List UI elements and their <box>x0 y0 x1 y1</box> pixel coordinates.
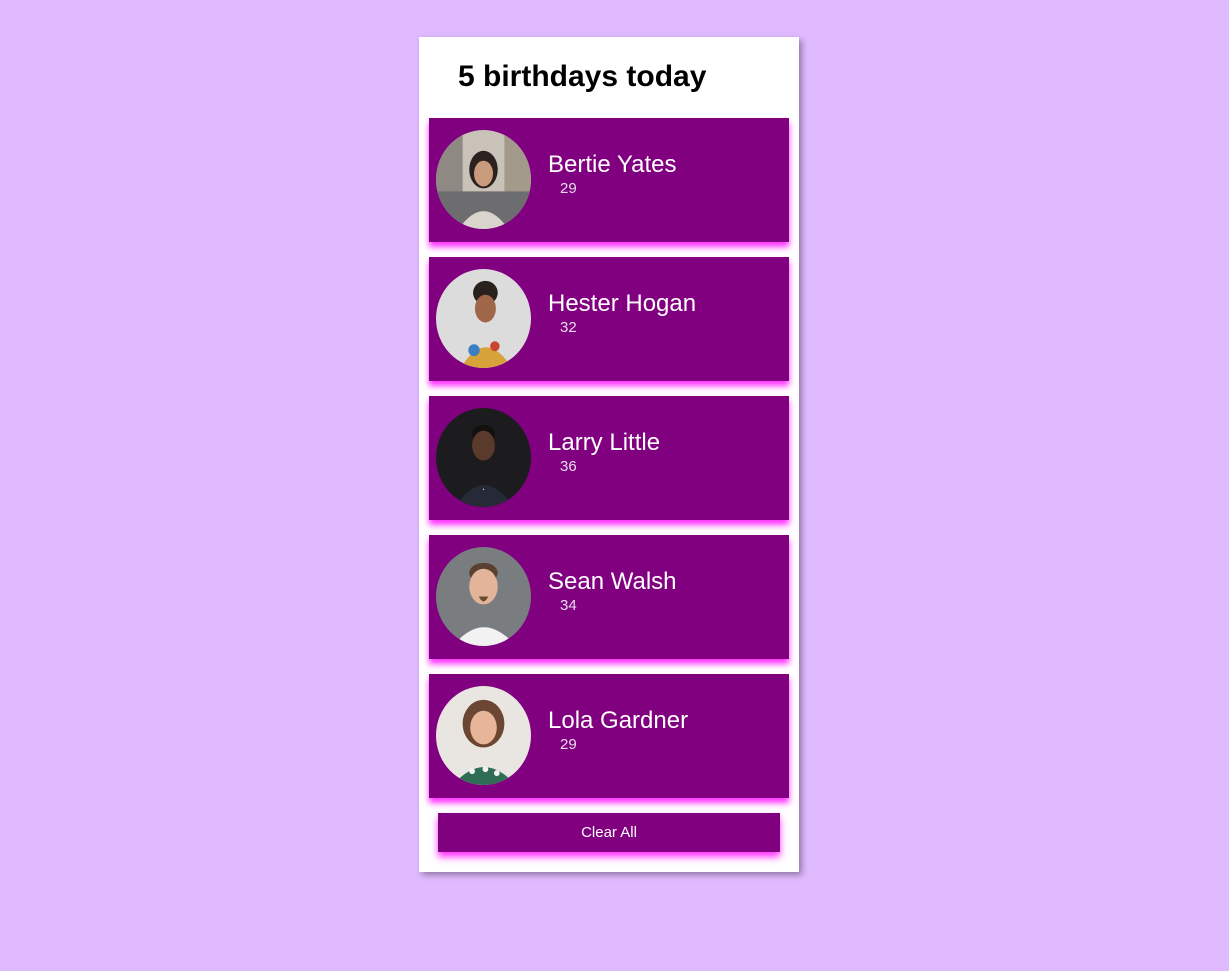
person-item: Lola Gardner 29 <box>429 674 789 798</box>
person-item: Sean Walsh 34 <box>429 535 789 659</box>
avatar <box>436 686 531 785</box>
person-item: Bertie Yates 29 <box>429 118 789 242</box>
person-name: Lola Gardner <box>548 707 689 734</box>
avatar <box>436 130 531 229</box>
person-item: Hester Hogan 32 <box>429 257 789 381</box>
person-name: Larry Little <box>548 429 661 456</box>
person-list: Bertie Yates 29 Hester Hogan 32 · Larry … <box>429 118 789 813</box>
person-name: Bertie Yates <box>548 151 677 178</box>
svg-text:·: · <box>482 485 485 496</box>
person-item: · Larry Little 36 <box>429 396 789 520</box>
person-age: 29 <box>560 736 577 753</box>
person-name: Sean Walsh <box>548 568 677 595</box>
avatar: · <box>436 408 531 507</box>
birthday-card: 5 birthdays today Bertie Yates 29 Hester… <box>419 37 799 872</box>
clear-all-button[interactable]: Clear All <box>438 813 780 852</box>
avatar <box>436 547 531 646</box>
person-name: Hester Hogan <box>548 290 697 317</box>
person-age: 29 <box>560 180 577 197</box>
avatar <box>436 269 531 368</box>
person-age: 32 <box>560 319 577 336</box>
person-age: 34 <box>560 597 577 614</box>
person-age: 36 <box>560 458 577 475</box>
page-title: 5 birthdays today <box>458 60 707 93</box>
